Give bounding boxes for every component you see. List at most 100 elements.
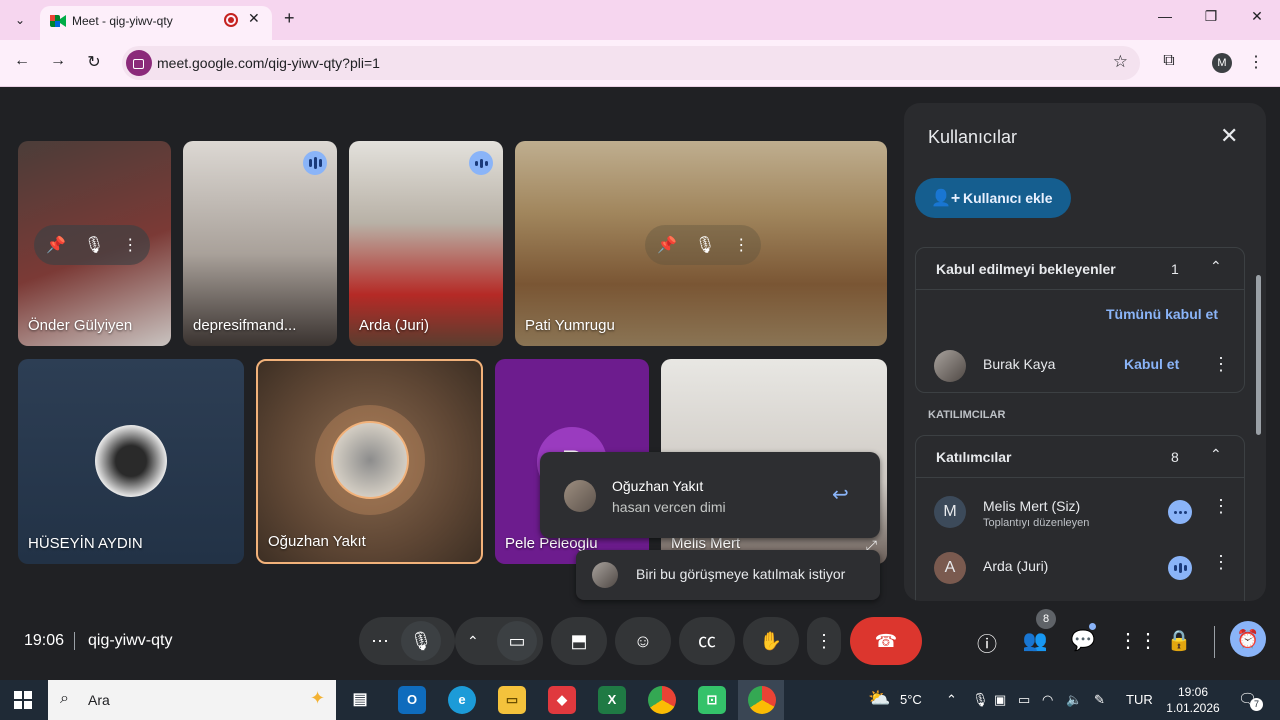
video-tile[interactable]: 📌 🎙 ⋮ Pati Yumrugu xyxy=(515,141,887,346)
avatar-tile[interactable]: Oğuzhan Yakıt xyxy=(256,359,483,564)
language-indicator[interactable]: TUR xyxy=(1126,692,1153,707)
participant-name: Arda (Juri) xyxy=(359,317,430,334)
chrome-profile-icon[interactable] xyxy=(748,686,776,714)
search-icon: ⌕ xyxy=(60,690,69,707)
copilot-sparkle-icon[interactable]: ✦ xyxy=(310,688,325,709)
panel-scrollbar[interactable] xyxy=(1256,275,1261,435)
browser-tab-meet[interactable]: Meet - qig-yiwv-qty ✕ xyxy=(40,6,272,40)
panel-title: Kullanıcılar xyxy=(928,127,1018,147)
person-name: Arda (Juri) xyxy=(983,558,1049,574)
camera-icon[interactable]: ▭ xyxy=(497,621,537,661)
address-bar[interactable]: meet.google.com/qig-yiwv-qty?pli=1 ☆ xyxy=(122,46,1140,80)
site-info-camera-icon[interactable] xyxy=(126,50,152,76)
emoji-reaction-icon[interactable]: ☺ xyxy=(615,617,671,665)
pin-icon[interactable]: 📌 xyxy=(46,235,66,255)
avatar-tile[interactable]: HÜSEYİN AYDIN xyxy=(18,359,244,564)
more-options-icon[interactable]: ⋮ xyxy=(1212,552,1230,573)
tab-title: Meet - qig-yiwv-qty xyxy=(72,14,173,28)
minimize-button[interactable]: — xyxy=(1150,8,1180,24)
more-options-icon[interactable]: ⋮ xyxy=(733,235,749,255)
edge-icon[interactable]: e xyxy=(448,686,476,714)
video-tile[interactable]: depresifmand... xyxy=(183,141,337,346)
file-explorer-icon[interactable]: ▭ xyxy=(498,686,526,714)
taskbar-clock[interactable]: 19:06 1.01.2026 xyxy=(1165,684,1221,716)
task-view-icon[interactable]: ▤ xyxy=(346,686,374,714)
taskbar-search[interactable]: ⌕ Ara ✦ xyxy=(48,680,336,720)
add-people-button[interactable]: 👤+ Kullanıcı ekle xyxy=(915,178,1071,218)
weather-temp[interactable]: 5°C xyxy=(900,692,922,707)
leave-call-button[interactable]: ☎ xyxy=(850,617,922,665)
mic-icon[interactable]: 🎙 xyxy=(84,235,104,255)
chevron-up-icon[interactable]: ⌃ xyxy=(946,692,957,708)
more-audio-options-icon[interactable]: ⋯ xyxy=(371,617,389,665)
alarm-clock-icon[interactable]: ⏰ xyxy=(1230,621,1266,657)
pen-icon[interactable]: ✎ xyxy=(1094,692,1105,708)
chevron-up-icon[interactable]: ⌃ xyxy=(1210,446,1222,463)
chevron-up-icon[interactable]: ⌃ xyxy=(1210,258,1222,275)
people-icon[interactable]: 👥 xyxy=(1022,628,1048,653)
speaker-icon[interactable]: 🔈 xyxy=(1066,692,1082,708)
restore-button[interactable]: ❐ xyxy=(1196,8,1226,25)
extensions-puzzle-icon[interactable]: ⧉ xyxy=(1158,52,1180,74)
excel-icon[interactable]: X xyxy=(598,686,626,714)
browser-menu-icon[interactable]: ⋮ xyxy=(1248,52,1264,72)
activities-grid-icon[interactable]: ⋮⋮ xyxy=(1118,628,1158,653)
sender-avatar xyxy=(564,480,596,512)
chrome-icon[interactable] xyxy=(648,686,676,714)
back-arrow-icon[interactable]: ← xyxy=(10,52,34,70)
url-text[interactable]: meet.google.com/qig-yiwv-qty?pli=1 xyxy=(157,55,380,71)
anydesk-icon[interactable]: ◆ xyxy=(548,686,576,714)
avatar xyxy=(934,350,966,382)
close-icon[interactable]: ✕ xyxy=(1220,123,1238,149)
more-options-icon[interactable]: ⋮ xyxy=(1212,496,1230,517)
more-options-icon[interactable]: ⋮ xyxy=(122,235,138,255)
participants-header[interactable]: Katılımcılar 8 ⌃ xyxy=(916,436,1244,478)
tile-controls: 📌 🎙 ⋮ xyxy=(645,225,762,265)
accept-button[interactable]: Kabul et xyxy=(1124,356,1179,372)
participants-section: Katılımcılar 8 ⌃ M Melis Mert (Siz) Topl… xyxy=(915,435,1245,601)
app-robot-icon[interactable]: ⊡ xyxy=(698,686,726,714)
windows-start-icon[interactable] xyxy=(14,691,32,709)
tab-search-chevron-icon[interactable]: ⌄ xyxy=(8,8,32,32)
new-tab-button[interactable]: + xyxy=(284,8,295,29)
person-role: Toplantıyı düzenleyen xyxy=(983,517,1090,529)
mic-icon[interactable]: 🎙 xyxy=(695,235,715,255)
people-count-badge: 8 xyxy=(1036,609,1056,629)
join-request-toast[interactable]: Biri bu görüşmeye katılmak istiyor xyxy=(576,550,880,600)
waiting-header[interactable]: Kabul edilmeyi bekleyenler 1 ⌃ xyxy=(916,248,1244,290)
display-icon[interactable]: ▣ xyxy=(994,692,1006,708)
outlook-icon[interactable]: O xyxy=(398,686,426,714)
weather-cloud-icon[interactable]: ⛅ xyxy=(868,688,890,709)
chat-message-toast[interactable]: Oğuzhan Yakıt hasan vercen dimi ↩ xyxy=(540,452,880,538)
profile-avatar[interactable]: M xyxy=(1212,53,1232,73)
clock-time: 19:06 xyxy=(1177,685,1209,699)
forward-arrow-icon[interactable]: → xyxy=(46,52,70,70)
raise-hand-icon[interactable]: ✋ xyxy=(743,617,799,665)
host-controls-lock-icon[interactable]: 🔒 xyxy=(1166,628,1192,653)
chevron-up-icon[interactable]: ⌃ xyxy=(467,617,479,665)
mic-tray-icon[interactable]: 🎙 xyxy=(972,692,989,708)
accept-all-button[interactable]: Tümünü kabul et xyxy=(1106,306,1218,322)
tile-controls: 📌 🎙 ⋮ xyxy=(34,225,151,265)
captions-icon[interactable]: ㏄ xyxy=(679,617,735,665)
more-options-icon[interactable]: ⋮ xyxy=(1212,354,1230,375)
reload-icon[interactable]: ↻ xyxy=(82,52,106,72)
pin-icon[interactable]: 📌 xyxy=(657,235,677,255)
tab-close-icon[interactable]: ✕ xyxy=(248,10,260,27)
microphone-icon[interactable]: 🎙 xyxy=(401,621,441,661)
chat-icon[interactable]: 💬 xyxy=(1070,628,1096,653)
battery-icon[interactable]: ▭ xyxy=(1018,692,1030,708)
avatar: A xyxy=(934,552,966,584)
video-tile[interactable]: Arda (Juri) xyxy=(349,141,503,346)
meet-stage: 📌 🎙 ⋮ Önder Gülyiyen depresifmand... Ard… xyxy=(0,88,1280,680)
reply-arrow-icon[interactable]: ↩ xyxy=(832,482,849,507)
present-screen-button[interactable]: ⬒ xyxy=(551,617,607,665)
wifi-icon[interactable]: ◠ xyxy=(1042,692,1053,708)
bookmark-star-icon[interactable]: ☆ xyxy=(1113,52,1128,72)
speaking-indicator-icon xyxy=(303,151,327,175)
window-close-button[interactable]: ✕ xyxy=(1242,8,1272,25)
video-tile[interactable]: 📌 🎙 ⋮ Önder Gülyiyen xyxy=(18,141,171,346)
avatar xyxy=(95,425,167,497)
meeting-info-icon[interactable]: ⓘ xyxy=(974,628,1000,657)
more-options-icon[interactable]: ⋮ xyxy=(807,617,841,665)
